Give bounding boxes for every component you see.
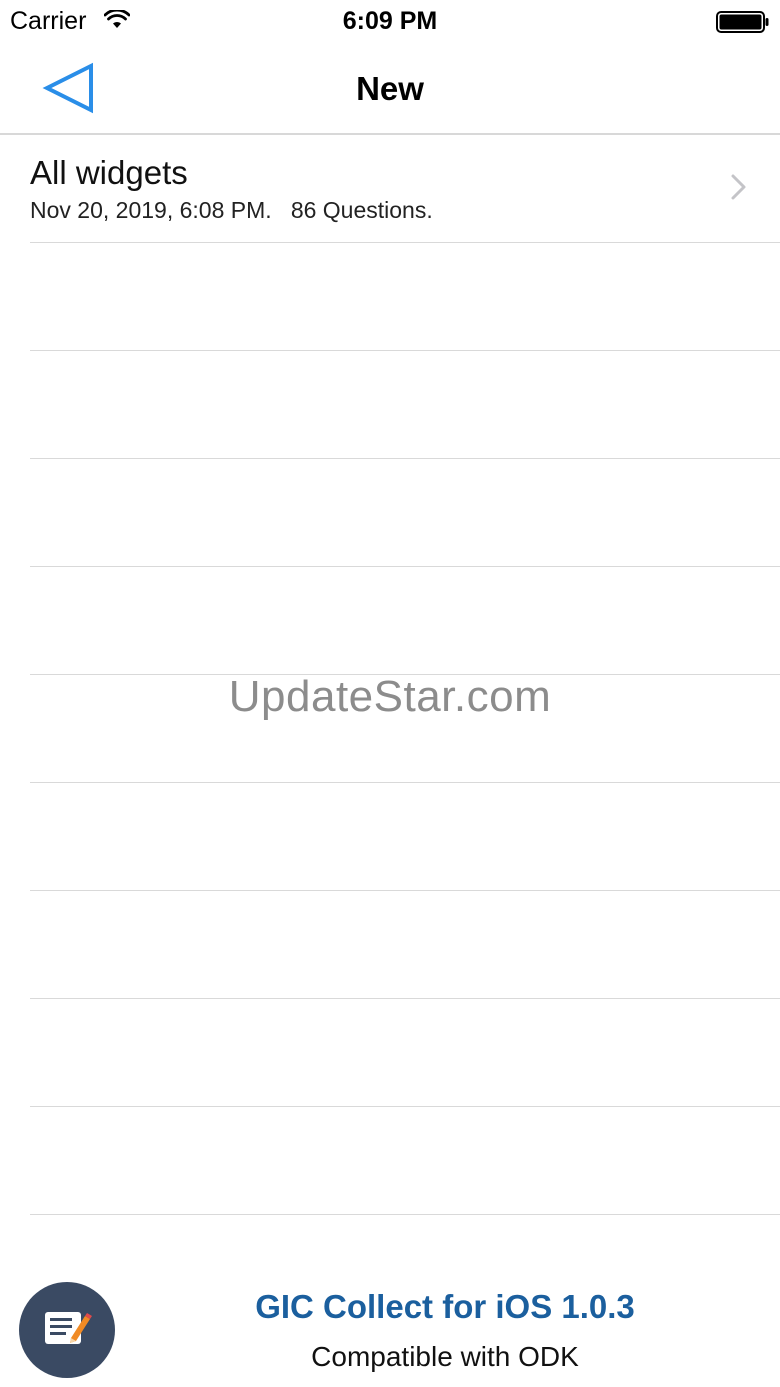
form-title: All widgets xyxy=(30,154,188,191)
empty-row xyxy=(30,243,780,351)
empty-row xyxy=(30,1107,780,1215)
empty-row xyxy=(30,783,780,891)
battery-icon xyxy=(716,11,769,33)
empty-row xyxy=(30,999,780,1107)
chevron-right-icon xyxy=(731,174,746,200)
status-bar: Carrier 6:09 PM xyxy=(0,0,780,44)
status-time: 6:09 PM xyxy=(342,7,438,35)
watermark: UpdateStar.com xyxy=(228,672,552,721)
empty-row xyxy=(30,351,780,459)
page-title: New xyxy=(356,70,424,107)
list-item[interactable]: All widgets Nov 20, 2019, 6:08 PM. 86 Qu… xyxy=(30,135,780,243)
form-details: Nov 20, 2019, 6:08 PM. 86 Questions. xyxy=(30,197,433,223)
navigation-bar: New xyxy=(0,44,780,135)
app-compatibility: Compatible with ODK xyxy=(311,1341,579,1372)
empty-row xyxy=(30,567,780,675)
new-form-button[interactable] xyxy=(19,1282,115,1378)
app-name: GIC Collect for iOS 1.0.3 xyxy=(255,1288,635,1325)
empty-row xyxy=(30,891,780,999)
empty-row xyxy=(30,459,780,567)
edit-form-icon xyxy=(45,1312,92,1344)
